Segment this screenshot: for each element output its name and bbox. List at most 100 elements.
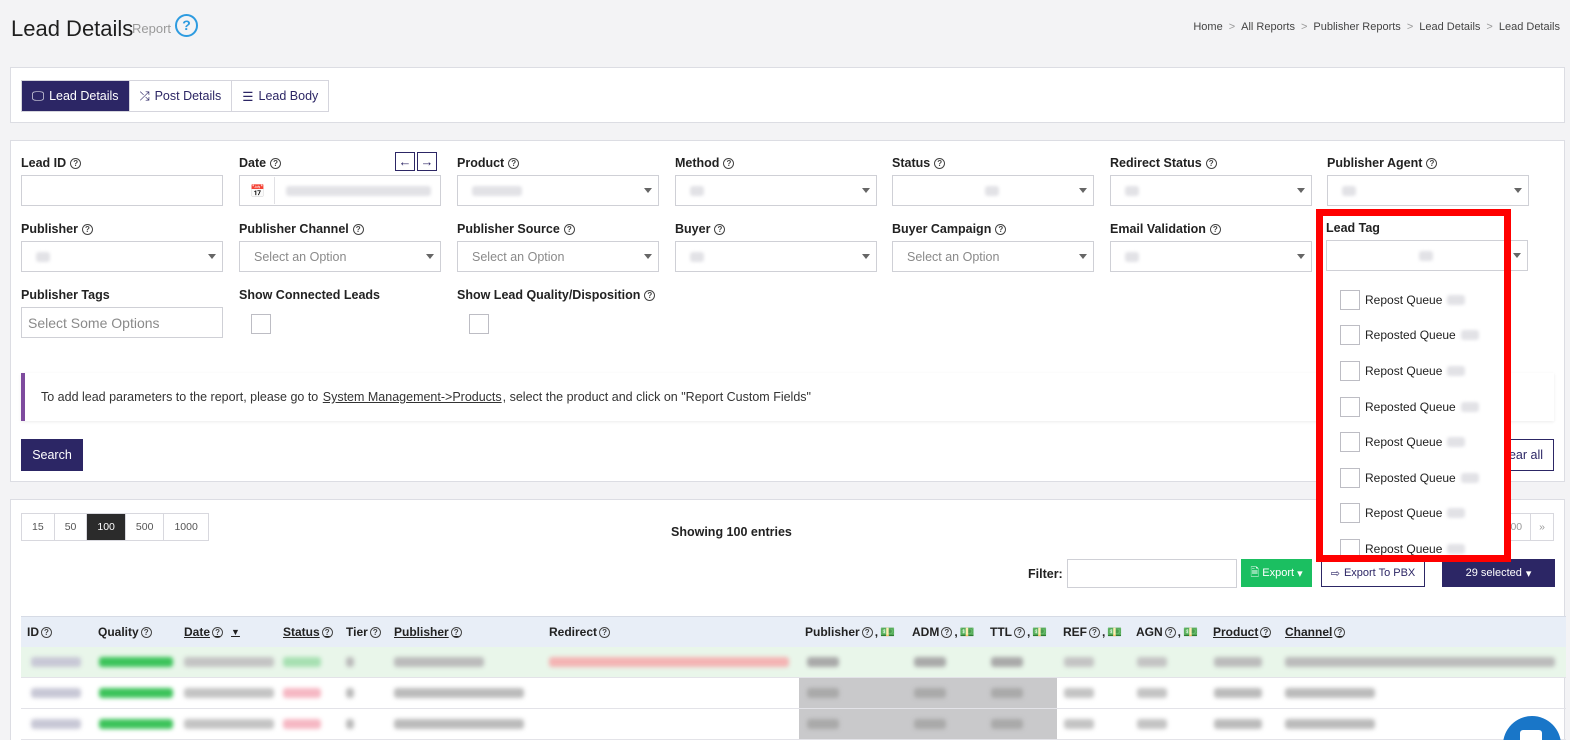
publisher-channel-select[interactable]: Select an Option (239, 241, 441, 272)
help-icon[interactable]: ? (321, 626, 333, 638)
help-icon[interactable]: ? (1089, 626, 1100, 638)
arrow-right-icon[interactable]: → (417, 152, 437, 171)
help-icon[interactable]: ? (212, 626, 224, 638)
option-checkbox[interactable] (1340, 432, 1360, 453)
tab-lead-details[interactable]: 🖵 Lead Details (22, 81, 130, 111)
lead-tag-option[interactable]: Repost Queue (1318, 496, 1506, 532)
lead-id-input[interactable] (21, 175, 223, 206)
help-icon[interactable]: ? (995, 223, 1007, 235)
tab-post-details[interactable]: ⤮ Post Details (129, 81, 233, 111)
column-header-tier[interactable]: Tier? (346, 625, 381, 639)
buyer-select[interactable] (675, 241, 877, 272)
option-checkbox[interactable] (1340, 503, 1360, 524)
column-header-status[interactable]: Status? (283, 625, 333, 639)
help-icon[interactable]: ? (1205, 157, 1217, 169)
help-icon[interactable]: ? (714, 223, 726, 235)
column-header-agn[interactable]: AGN?, 💵 (1136, 625, 1198, 639)
help-icon[interactable]: ? (644, 289, 656, 301)
breadcrumb-all-reports[interactable]: All Reports (1241, 21, 1295, 33)
help-icon[interactable]: ? (175, 14, 198, 37)
option-checkbox[interactable] (1340, 360, 1360, 381)
help-icon[interactable]: ? (1164, 626, 1176, 638)
help-icon[interactable]: ? (941, 626, 953, 638)
redirect-status-select[interactable] (1110, 175, 1312, 206)
arrow-left-icon[interactable]: ← (395, 152, 415, 171)
help-icon[interactable]: ? (352, 223, 364, 235)
page-link[interactable]: 00 (1502, 514, 1532, 540)
lead-tag-option[interactable]: Repost Queue (1318, 424, 1506, 460)
help-icon[interactable]: ? (270, 157, 282, 169)
page-size-option[interactable]: 1000 (164, 514, 207, 540)
help-icon[interactable]: ? (1014, 626, 1025, 638)
page-size-option[interactable]: 500 (126, 514, 165, 540)
show-quality-checkbox[interactable] (469, 314, 489, 334)
breadcrumb-lead-details[interactable]: Lead Details (1419, 21, 1480, 33)
lead-tag-select[interactable] (1326, 240, 1528, 271)
breadcrumb-home[interactable]: Home (1193, 21, 1222, 33)
option-checkbox[interactable] (1340, 467, 1360, 488)
columns-selected-button[interactable]: 29 selected ▾ (1442, 559, 1555, 587)
help-icon[interactable]: ? (1334, 626, 1346, 638)
column-header-ref[interactable]: REF?, 💵 (1063, 625, 1122, 639)
help-icon[interactable]: ? (140, 626, 152, 638)
lead-tag-option[interactable]: Repost Queue (1318, 282, 1506, 318)
filter-input[interactable] (1067, 559, 1237, 588)
column-header-quality[interactable]: Quality? (98, 625, 152, 639)
lead-tag-option[interactable]: Reposted Queue (1318, 460, 1506, 496)
help-icon[interactable]: ? (563, 223, 575, 235)
show-connected-checkbox[interactable] (251, 314, 271, 334)
page-size-option[interactable]: 50 (55, 514, 88, 540)
column-header-publisher-payout[interactable]: Publisher?, 💵 (805, 625, 895, 639)
help-icon[interactable]: ? (723, 157, 735, 169)
table-row[interactable] (21, 647, 1566, 678)
column-header-channel[interactable]: Channel? (1285, 625, 1346, 639)
help-icon[interactable]: ? (1426, 157, 1438, 169)
export-button[interactable]: 🗎 Export ▾ (1241, 559, 1312, 587)
status-select[interactable] (892, 175, 1094, 206)
column-header-date[interactable]: Date? ▼ (184, 625, 240, 639)
lead-tag-option[interactable]: Repost Queue (1318, 353, 1506, 389)
breadcrumb-publisher-reports[interactable]: Publisher Reports (1313, 21, 1400, 33)
next-page-link[interactable]: » (1531, 514, 1553, 540)
method-select[interactable] (675, 175, 877, 206)
page-size-option[interactable]: 15 (22, 514, 55, 540)
page-size-option-active[interactable]: 100 (87, 514, 126, 540)
column-header-redirect[interactable]: Redirect? (549, 625, 611, 639)
email-validation-select[interactable] (1110, 241, 1312, 272)
column-header-ttl[interactable]: TTL?, 💵 (990, 625, 1047, 639)
lead-tag-option[interactable]: Reposted Queue (1318, 318, 1506, 354)
help-icon[interactable]: ? (81, 223, 93, 235)
column-header-adm[interactable]: ADM?, 💵 (912, 625, 975, 639)
search-button[interactable]: Search (21, 439, 83, 471)
help-icon[interactable]: ? (934, 157, 946, 169)
table-row[interactable] (21, 709, 1566, 740)
product-select[interactable] (457, 175, 659, 206)
export-to-pbx-button[interactable]: ⇨ Export To PBX (1321, 559, 1425, 587)
column-header-id[interactable]: ID? (27, 625, 52, 639)
publisher-source-select[interactable]: Select an Option (457, 241, 659, 272)
table-row[interactable] (21, 678, 1566, 709)
date-range-input[interactable]: 📅 (239, 175, 441, 206)
column-header-publisher[interactable]: Publisher? (394, 625, 462, 639)
publisher-select[interactable] (21, 241, 223, 272)
help-icon[interactable]: ? (1209, 223, 1221, 235)
help-icon[interactable]: ? (41, 626, 52, 638)
lead-tag-option[interactable]: Repost Queue (1318, 531, 1506, 562)
column-header-product[interactable]: Product? (1213, 625, 1272, 639)
system-management-link[interactable]: System Management->Products (323, 390, 502, 404)
option-checkbox[interactable] (1340, 396, 1360, 417)
lead-tag-option[interactable]: Reposted Queue (1318, 389, 1506, 425)
publisher-agent-select[interactable] (1327, 175, 1529, 206)
option-checkbox[interactable] (1340, 325, 1360, 346)
publisher-tags-multiselect[interactable]: Select Some Options (21, 307, 223, 338)
option-checkbox[interactable] (1340, 289, 1360, 310)
option-checkbox[interactable] (1340, 538, 1360, 559)
help-icon[interactable]: ? (508, 157, 520, 169)
help-icon[interactable]: ? (450, 626, 462, 638)
help-icon[interactable]: ? (70, 157, 82, 169)
tab-lead-body[interactable]: ☰ Lead Body (232, 81, 329, 111)
help-icon[interactable]: ? (1260, 626, 1272, 638)
buyer-campaign-select[interactable]: Select an Option (892, 241, 1094, 272)
help-icon[interactable]: ? (369, 626, 381, 638)
help-icon[interactable]: ? (599, 626, 611, 638)
